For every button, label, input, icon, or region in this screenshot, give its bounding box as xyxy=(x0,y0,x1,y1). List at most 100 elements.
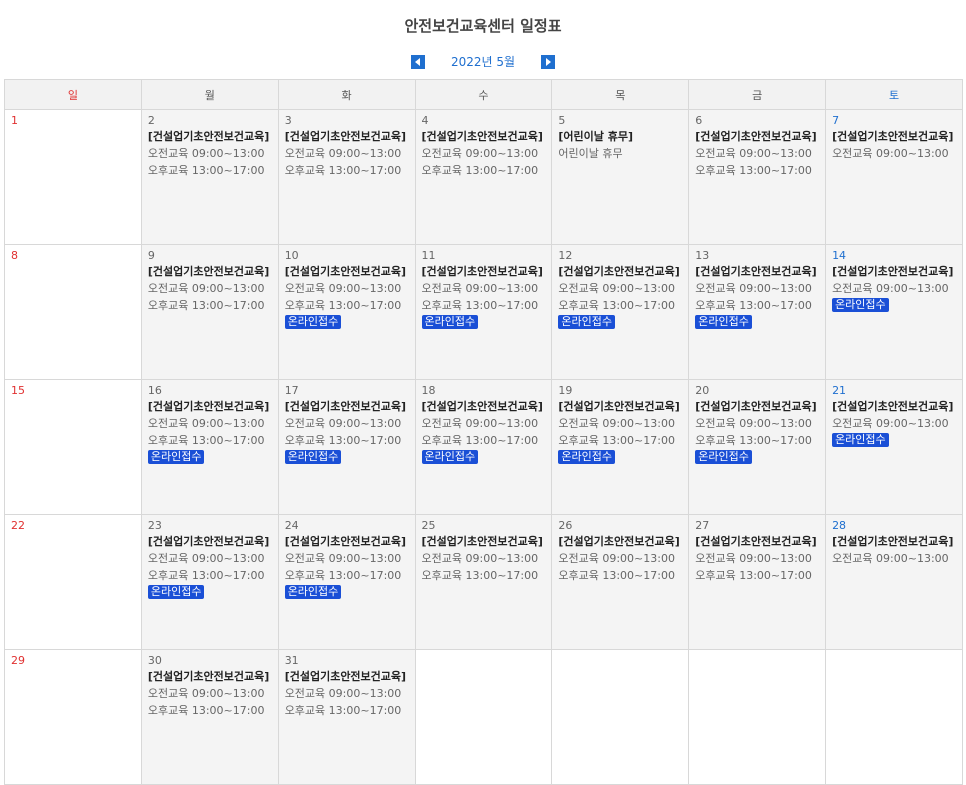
event-title[interactable]: [건설업기초안전보건교육] xyxy=(558,264,682,280)
calendar-day-cell[interactable]: 23 [건설업기초안전보건교육] 오전교육 09:00~13:00 오후교육 13:0… xyxy=(140,514,279,650)
event-title[interactable]: [건설업기초안전보건교육] xyxy=(148,129,272,145)
online-registration-badge[interactable]: 온라인접수 xyxy=(147,450,205,464)
calendar-week-row: 29 30 [건설업기초안전보건교육] 오전교육 09:00~13:00 오후교육 13… xyxy=(4,649,963,785)
event-title[interactable]: [건설업기초안전보건교육] xyxy=(148,669,272,685)
calendar-day-cell[interactable]: 15 xyxy=(4,379,142,515)
online-registration-badge[interactable]: 온라인접수 xyxy=(284,315,342,329)
calendar-day-cell[interactable]: 26 [건설업기초안전보건교육] 오전교육 09:00~13:00 오후교육 13:0… xyxy=(551,514,690,650)
event-title[interactable]: [건설업기초안전보건교육] xyxy=(422,534,546,550)
event-title[interactable]: [건설업기초안전보건교육] xyxy=(695,399,819,415)
calendar-day-cell[interactable]: 28 [건설업기초안전보건교육] 오전교육 09:00~13:00 xyxy=(825,514,963,650)
event-title[interactable]: [건설업기초안전보건교육] xyxy=(695,534,819,550)
calendar-day-cell[interactable]: 7 [건설업기초안전보건교육] 오전교육 09:00~13:00 xyxy=(825,109,963,245)
event-title[interactable]: [건설업기초안전보건교육] xyxy=(832,264,956,280)
calendar-empty-cell xyxy=(688,649,827,785)
calendar-empty-cell xyxy=(414,649,553,785)
event-title[interactable]: [건설업기초안전보건교육] xyxy=(832,534,956,550)
event-title[interactable]: [건설업기초안전보건교육] xyxy=(695,264,819,280)
calendar-day-cell[interactable]: 16 [건설업기초안전보건교육] 오전교육 09:00~13:00 오후교육 13:0… xyxy=(140,379,279,515)
event-session-time: 오전교육 09:00~13:00 xyxy=(832,147,949,160)
event-session-time: 오후교육 13:00~17:00 xyxy=(695,569,812,582)
event-title[interactable]: [건설업기초안전보건교육] xyxy=(285,399,409,415)
event-title[interactable]: [건설업기초안전보건교육] xyxy=(832,129,956,145)
online-registration-badge[interactable]: 온라인접수 xyxy=(558,315,615,329)
event-session-time: 오후교육 13:00~17:00 xyxy=(558,299,675,312)
day-number: 22 xyxy=(11,519,25,532)
calendar-week-row: 15 16 [건설업기초안전보건교육] 오전교육 09:00~13:00 오후교육 13… xyxy=(4,379,963,515)
event-title[interactable]: [건설업기초안전보건교육] xyxy=(558,399,682,415)
online-registration-badge[interactable]: 온라인접수 xyxy=(284,450,342,464)
event-title[interactable]: [건설업기초안전보건교육] xyxy=(148,399,272,415)
online-registration-badge[interactable]: 온라인접수 xyxy=(832,433,889,447)
calendar-day-cell[interactable]: 6 [건설업기초안전보건교육] 오전교육 09:00~13:00 오후교육 13:00… xyxy=(688,109,827,245)
event-title[interactable]: [건설업기초안전보건교육] xyxy=(422,129,546,145)
event-session-time: 오후교육 13:00~17:00 xyxy=(695,299,812,312)
event-title[interactable]: [건설업기초안전보건교육] xyxy=(285,264,409,280)
event-session-time: 오전교육 09:00~13:00 xyxy=(284,552,402,565)
calendar-day-cell[interactable]: 8 xyxy=(4,244,142,380)
page-title: 안전보건교육센터 일정표 xyxy=(404,17,562,35)
event-title[interactable]: [건설업기초안전보건교육] xyxy=(285,669,409,685)
calendar-day-cell[interactable]: 20 [건설업기초안전보건교육] 오전교육 09:00~13:00 오후교육 13:0… xyxy=(688,379,827,515)
calendar-day-cell[interactable]: 13 [건설업기초안전보건교육] 오전교육 09:00~13:00 오후교육 13:0… xyxy=(688,244,827,380)
weekday-header-tue: 화 xyxy=(277,79,416,110)
online-registration-badge[interactable]: 온라인접수 xyxy=(695,315,752,329)
calendar-day-cell[interactable]: 10 [건설업기초안전보건교육] 오전교육 09:00~13:00 오후교육 13:0… xyxy=(277,244,416,380)
calendar-day-cell[interactable]: 18 [건설업기초안전보건교육] 오전교육 09:00~13:00 오후교육 13:0… xyxy=(414,379,553,515)
calendar-day-cell[interactable]: 24 [건설업기초안전보건교육] 오전교육 09:00~13:00 오후교육 13:0… xyxy=(277,514,416,650)
day-number: 9 xyxy=(147,249,155,262)
online-registration-badge[interactable]: 온라인접수 xyxy=(284,585,342,599)
calendar-day-cell[interactable]: 31 [건설업기초안전보건교육] 오전교육 09:00~13:00 오후교육 13:0… xyxy=(277,649,416,785)
event-title[interactable]: [건설업기초안전보건교육] xyxy=(422,399,546,415)
event-title[interactable]: [건설업기초안전보건교육] xyxy=(148,534,272,550)
calendar-week-row: 22 23 [건설업기초안전보건교육] 오전교육 09:00~13:00 오후교육 13… xyxy=(4,514,963,650)
calendar-day-cell[interactable]: 22 xyxy=(4,514,142,650)
event-title[interactable]: [어린이날 휴무] xyxy=(558,129,682,145)
calendar-day-cell[interactable]: 12 [건설업기초안전보건교육] 오전교육 09:00~13:00 오후교육 13:0… xyxy=(551,244,690,380)
calendar-day-cell[interactable]: 3 [건설업기초안전보건교육] 오전교육 09:00~13:00 오후교육 13:00… xyxy=(277,109,416,245)
calendar-day-cell[interactable]: 17 [건설업기초안전보건교육] 오전교육 09:00~13:00 오후교육 13:0… xyxy=(277,379,416,515)
event-title[interactable]: [건설업기초안전보건교육] xyxy=(285,534,409,550)
event-title[interactable]: [건설업기초안전보건교육] xyxy=(148,264,272,280)
online-registration-badge[interactable]: 온라인접수 xyxy=(558,450,615,464)
prev-month-icon[interactable] xyxy=(411,54,426,69)
online-registration-badge[interactable]: 온라인접수 xyxy=(832,298,889,312)
event-title[interactable]: [건설업기초안전보건교육] xyxy=(285,129,409,145)
event-session-time: 오전교육 09:00~13:00 xyxy=(695,147,812,160)
event-title[interactable]: [건설업기초안전보건교육] xyxy=(558,534,682,550)
online-registration-badge[interactable]: 온라인접수 xyxy=(695,450,752,464)
calendar-day-cell[interactable]: 4 [건설업기초안전보건교육] 오전교육 09:00~13:00 오후교육 13:00… xyxy=(414,109,553,245)
day-number: 3 xyxy=(284,114,292,127)
next-month-icon[interactable] xyxy=(540,54,555,69)
event-session-time: 오전교육 09:00~13:00 xyxy=(421,552,539,565)
calendar-day-cell[interactable]: 11 [건설업기초안전보건교육] 오전교육 09:00~13:00 오후교육 13:0… xyxy=(414,244,553,380)
online-registration-badge[interactable]: 온라인접수 xyxy=(421,315,479,329)
calendar-day-cell[interactable]: 19 [건설업기초안전보건교육] 오전교육 09:00~13:00 오후교육 13:0… xyxy=(551,379,690,515)
event-title[interactable]: [건설업기초안전보건교육] xyxy=(832,399,956,415)
event-session-time: 오전교육 09:00~13:00 xyxy=(284,687,402,700)
calendar-day-cell[interactable]: 5 [어린이날 휴무] 어린이날 휴무 xyxy=(551,109,690,245)
calendar-day-cell[interactable]: 29 xyxy=(4,649,142,785)
online-registration-badge[interactable]: 온라인접수 xyxy=(147,585,205,599)
event-session-time: 오전교육 09:00~13:00 xyxy=(695,417,812,430)
calendar-day-cell[interactable]: 30 [건설업기초안전보건교육] 오전교육 09:00~13:00 오후교육 13:0… xyxy=(140,649,279,785)
calendar-day-cell[interactable]: 2 [건설업기초안전보건교육] 오전교육 09:00~13:00 오후교육 13:00… xyxy=(140,109,279,245)
day-number: 15 xyxy=(11,384,25,397)
day-number: 7 xyxy=(832,114,840,127)
online-registration-badge[interactable]: 온라인접수 xyxy=(421,450,479,464)
event-session-time: 오후교육 13:00~17:00 xyxy=(147,704,265,717)
day-number: 18 xyxy=(421,384,436,397)
calendar-day-cell[interactable]: 27 [건설업기초안전보건교육] 오전교육 09:00~13:00 오후교육 13:0… xyxy=(688,514,827,650)
calendar-day-cell[interactable]: 1 xyxy=(4,109,142,245)
day-number: 17 xyxy=(284,384,299,397)
calendar-day-cell[interactable]: 25 [건설업기초안전보건교육] 오전교육 09:00~13:00 오후교육 13:0… xyxy=(414,514,553,650)
event-title[interactable]: [건설업기초안전보건교육] xyxy=(422,264,546,280)
calendar-day-cell[interactable]: 21 [건설업기초안전보건교육] 오전교육 09:00~13:00 온라인접수 xyxy=(825,379,963,515)
event-title[interactable]: [건설업기초안전보건교육] xyxy=(695,129,819,145)
event-session-time: 오전교육 09:00~13:00 xyxy=(421,282,539,295)
day-number: 19 xyxy=(558,384,573,397)
event-session-time: 오후교육 13:00~17:00 xyxy=(284,704,402,717)
calendar-empty-cell xyxy=(825,649,963,785)
calendar-day-cell[interactable]: 14 [건설업기초안전보건교육] 오전교육 09:00~13:00 온라인접수 xyxy=(825,244,963,380)
calendar-day-cell[interactable]: 9 [건설업기초안전보건교육] 오전교육 09:00~13:00 오후교육 13:00… xyxy=(140,244,279,380)
